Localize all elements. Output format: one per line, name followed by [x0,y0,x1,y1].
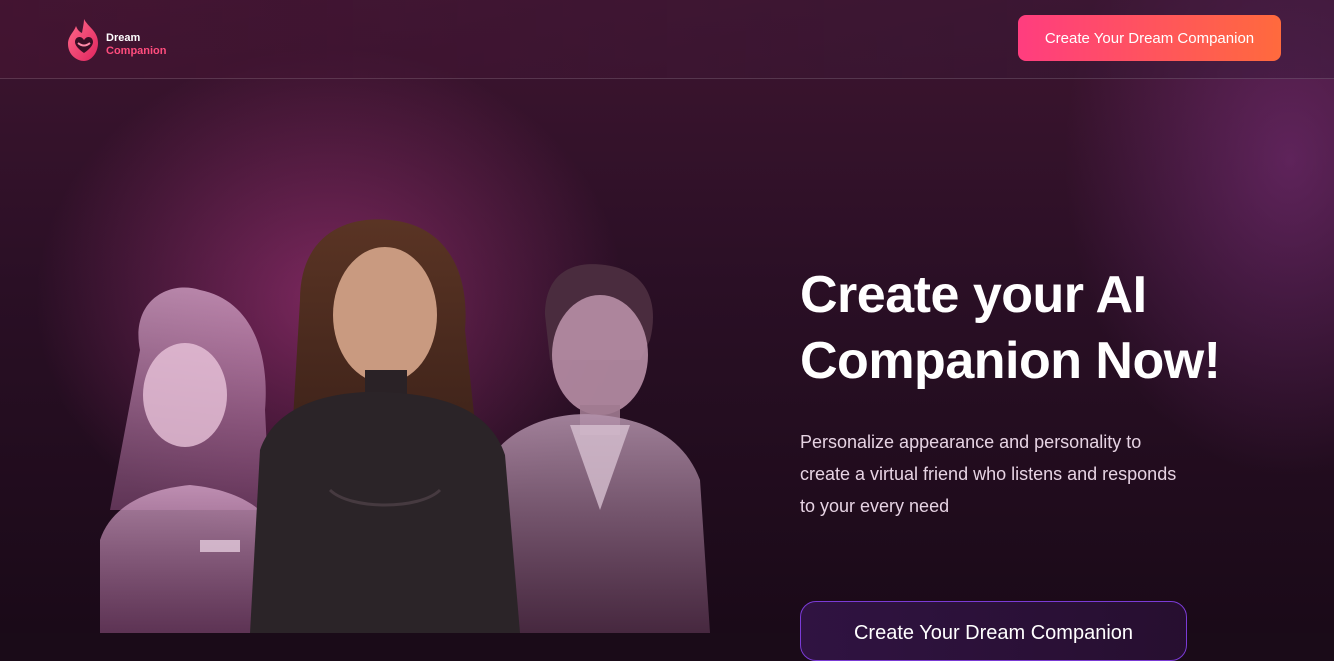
featured-companion-figure [250,219,520,633]
create-companion-button-hero[interactable]: Create Your Dream Companion [800,601,1187,661]
flame-heart-icon [68,19,98,61]
logo-text-dream: Dream [106,32,141,44]
hero-title-line2: Companion Now! [800,332,1221,390]
create-companion-button-header[interactable]: Create Your Dream Companion [1018,15,1281,61]
companions-illustration [100,219,710,633]
hero-subtitle: Personalize appearance and personality t… [800,432,1177,516]
site-header: Dream Companion Create Your Dream Compan… [0,0,1334,79]
logo[interactable]: Dream Companion [64,17,184,63]
logo-text-companion: Companion [106,45,167,57]
hero-title: Create your AI Companion Now! [800,262,1320,394]
hero-title-line1: Create your AI [800,266,1147,324]
